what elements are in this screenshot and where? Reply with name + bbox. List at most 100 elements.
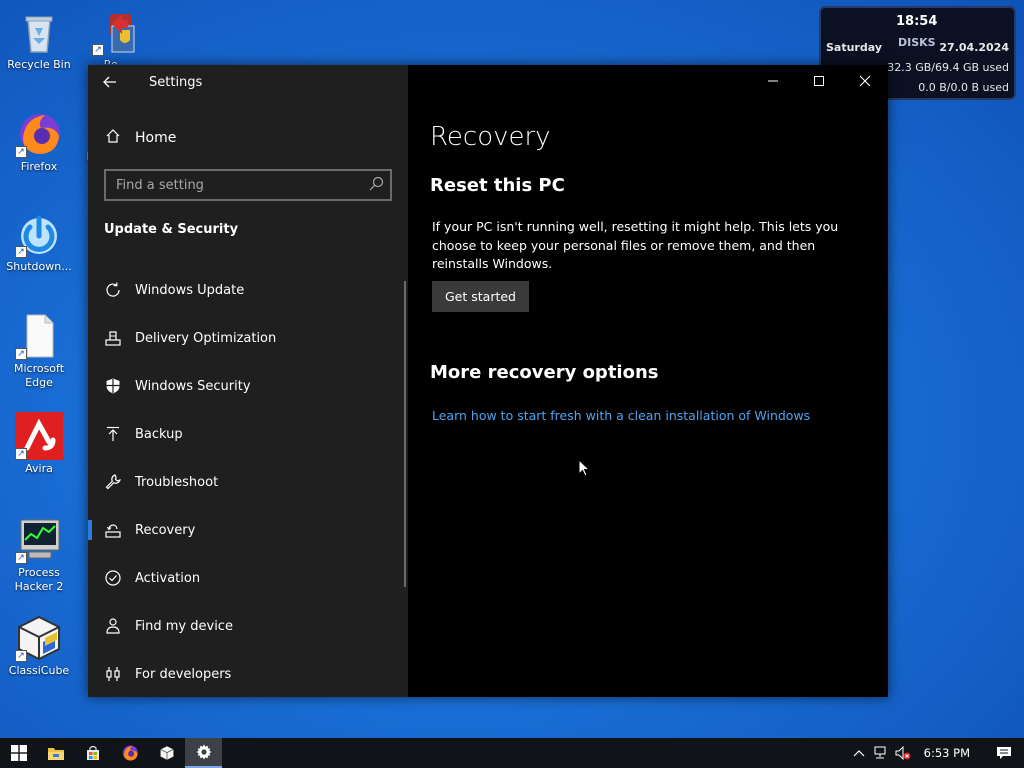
home-label: Home xyxy=(135,130,177,146)
shortcut-arrow-icon: ↗ xyxy=(15,246,27,258)
tray-overflow-button[interactable] xyxy=(848,738,870,768)
search-box[interactable] xyxy=(104,169,392,201)
taskbar-file-explorer[interactable] xyxy=(37,738,74,768)
check-circle-icon xyxy=(104,569,122,587)
maximize-icon xyxy=(814,76,824,86)
back-button[interactable] xyxy=(102,71,122,93)
clean-install-link[interactable]: Learn how to start fresh with a clean in… xyxy=(432,408,810,423)
nav-item-find-my-device[interactable]: Find my device xyxy=(88,602,404,650)
shortcut-arrow-icon: ↗ xyxy=(15,348,27,360)
widget-disk-usage: 32.3 GB/69.4 GB used xyxy=(887,61,1009,74)
minimize-button[interactable] xyxy=(750,65,796,97)
nav-item-activation[interactable]: Activation xyxy=(88,554,404,602)
store-icon xyxy=(86,745,99,760)
widget-clock: 18:54 xyxy=(896,14,938,29)
sidebar-scrollbar[interactable] xyxy=(404,281,406,587)
desktop-icon-label: Avira xyxy=(25,462,53,475)
back-arrow-icon xyxy=(103,76,116,88)
search-icon[interactable] xyxy=(368,176,384,192)
classicube-icon: ↗ xyxy=(15,614,63,662)
desktop-icon-label: ClassiCube xyxy=(8,664,70,677)
close-icon xyxy=(859,75,871,87)
widget-day: Saturday xyxy=(826,41,882,54)
person-location-icon xyxy=(104,617,122,635)
taskbar-settings[interactable] xyxy=(185,738,222,768)
action-center-button[interactable] xyxy=(984,738,1024,768)
settings-gear-icon xyxy=(196,744,211,760)
nav-item-recovery[interactable]: Recovery xyxy=(88,506,404,554)
nav-item-for-developers[interactable]: For developers xyxy=(88,650,404,698)
nav-item-delivery-optimization[interactable]: Delivery Optimization xyxy=(88,314,404,362)
installer-icon: ↗ xyxy=(92,8,140,56)
desktop-icon-classicube[interactable]: ↗ ClassiCube xyxy=(1,614,77,678)
shutdown-icon: ↗ xyxy=(15,210,63,258)
close-button[interactable] xyxy=(842,65,888,97)
nav-item-label: Troubleshoot xyxy=(135,474,219,490)
home-icon xyxy=(104,128,122,148)
search-input[interactable] xyxy=(106,171,356,199)
desktop-icon-firefox[interactable]: ↗ Firefox xyxy=(1,110,77,174)
settings-sidebar: Settings Home Update & Security Windows … xyxy=(88,65,408,697)
nav-item-label: Windows Update xyxy=(135,282,245,298)
process-hacker-icon: ↗ xyxy=(15,516,63,564)
taskbar-firefox[interactable] xyxy=(111,738,148,768)
shield-icon xyxy=(104,377,122,395)
nav-item-label: For developers xyxy=(135,666,232,682)
widget-section-label: DISKS xyxy=(898,36,936,49)
reset-description: If your PC isn't running well, resetting… xyxy=(432,219,839,271)
home-nav-item[interactable]: Home xyxy=(104,127,176,149)
upload-arrow-icon xyxy=(104,425,122,443)
maximize-button[interactable] xyxy=(796,65,842,97)
nav-item-label: Backup xyxy=(135,426,183,442)
taskbar-store[interactable] xyxy=(74,738,111,768)
chevron-up-icon xyxy=(853,750,865,757)
network-icon xyxy=(874,746,886,759)
taskbar-clock[interactable]: 6:53 PM xyxy=(914,746,984,760)
wrench-icon xyxy=(104,473,122,491)
firefox-icon xyxy=(122,745,138,761)
taskbar: 6:53 PM xyxy=(0,738,1024,768)
system-tray: 6:53 PM xyxy=(848,738,1024,768)
taskbar-classicube[interactable] xyxy=(148,738,185,768)
desktop-icon-label: Process Hacker 2 xyxy=(14,566,64,593)
nav-item-label: Recovery xyxy=(135,522,196,538)
volume-button[interactable] xyxy=(892,738,914,768)
volume-muted-icon xyxy=(895,746,911,760)
developer-icon xyxy=(104,665,122,683)
section-title: Update & Security xyxy=(104,222,239,237)
desktop-icon-label: Microsoft Edge xyxy=(13,362,65,389)
desktop-icon-label: Re... xyxy=(78,58,154,64)
page-title: Recovery xyxy=(430,122,551,152)
start-button[interactable] xyxy=(0,738,37,768)
desktop-icon-avira[interactable]: ↗ Avira xyxy=(1,412,77,476)
recovery-icon xyxy=(104,521,122,539)
notification-icon xyxy=(997,747,1011,759)
desktop-icon-recycle-bin[interactable]: Recycle Bin xyxy=(1,8,77,72)
nav-item-troubleshoot[interactable]: Troubleshoot xyxy=(88,458,404,506)
nav-item-backup[interactable]: Backup xyxy=(88,410,404,458)
desktop-icon-label: Recycle Bin xyxy=(7,58,71,71)
recycle-bin-icon xyxy=(15,8,63,56)
network-button[interactable] xyxy=(870,738,892,768)
nav-item-windows-update[interactable]: Windows Update xyxy=(88,266,404,314)
refresh-icon xyxy=(104,281,122,299)
shortcut-arrow-icon: ↗ xyxy=(15,146,27,158)
shortcut-arrow-icon: ↗ xyxy=(15,552,27,564)
nav-item-label: Activation xyxy=(135,570,201,586)
desktop-icon-process-hacker[interactable]: ↗ Process Hacker 2 xyxy=(1,516,77,594)
desktop-icon-shutdown[interactable]: ↗ Shutdown... xyxy=(1,210,77,274)
reset-heading: Reset this PC xyxy=(430,175,565,196)
nav-item-windows-security[interactable]: Windows Security xyxy=(88,362,404,410)
get-started-button[interactable]: Get started xyxy=(432,281,529,312)
nav-item-label: Windows Security xyxy=(135,378,251,394)
shortcut-arrow-icon: ↗ xyxy=(15,448,27,460)
nav-item-label: Delivery Optimization xyxy=(135,330,277,346)
desktop-icon-installer[interactable]: ↗ Re... xyxy=(78,8,154,64)
more-options-heading: More recovery options xyxy=(430,362,659,383)
desktop-icon-edge[interactable]: ↗ Microsoft Edge xyxy=(1,312,77,390)
avira-icon: ↗ xyxy=(15,412,63,460)
classicube-icon xyxy=(159,745,174,761)
nav-item-label: Find my device xyxy=(135,618,233,634)
file-explorer-icon xyxy=(47,748,64,760)
settings-nav: Windows Update Delivery Optimization Win… xyxy=(88,266,404,698)
